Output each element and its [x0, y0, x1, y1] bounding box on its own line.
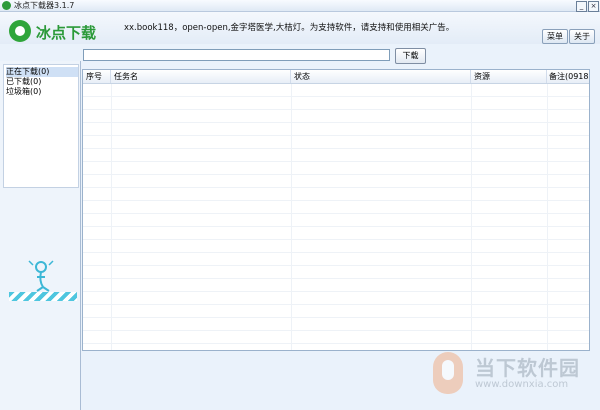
ad-text[interactable]: xx.book118，open-open,金字塔医学,大桔灯。为支持软件，请支持… — [124, 21, 454, 33]
window-title: 冰点下载器3.1.7 — [14, 1, 75, 10]
sidebar-item-trash[interactable]: 垃圾箱(0) — [6, 87, 78, 97]
header: 冰点下载 xx.book118，open-open,金字塔医学,大桔灯。为支持软… — [0, 12, 600, 44]
watermark-logo-icon — [433, 352, 463, 394]
banner-stripe — [9, 292, 77, 301]
column-divider — [471, 84, 472, 350]
column-divider — [111, 84, 112, 350]
sidebar-item-downloading[interactable]: 正在下载(0) — [6, 67, 78, 77]
sidebar-item-downloaded[interactable]: 已下载(0) — [6, 77, 78, 87]
col-header-status[interactable]: 状态 — [291, 70, 471, 83]
watermark-text: 当下软件园 — [475, 356, 580, 380]
col-header-index[interactable]: 序号 — [83, 70, 111, 83]
table-header: 序号 任务名 状态 资源 备注(0918) — [83, 70, 589, 84]
sidebar-list: 正在下载(0) 已下载(0) 垃圾箱(0) — [3, 64, 79, 188]
col-header-note[interactable]: 备注(0918) — [547, 70, 589, 83]
watermark-url: www.downxia.com — [475, 379, 569, 390]
app-icon — [2, 1, 11, 10]
sidebar: 正在下载(0) 已下载(0) 垃圾箱(0) — [0, 61, 81, 410]
col-header-task-name[interactable]: 任务名 — [111, 70, 291, 83]
watermark: 当下软件园 www.downxia.com — [430, 352, 590, 402]
task-table: 序号 任务名 状态 资源 备注(0918) — [82, 69, 590, 351]
title-bar: 冰点下载器3.1.7 _ × — [0, 0, 600, 12]
table-body[interactable] — [83, 84, 589, 350]
close-icon[interactable]: × — [588, 1, 599, 12]
logo-text: 冰点下载 — [36, 24, 97, 42]
logo-icon — [9, 20, 31, 42]
mascot-banner — [9, 257, 77, 301]
column-divider — [291, 84, 292, 350]
col-header-resource[interactable]: 资源 — [471, 70, 547, 83]
url-input[interactable] — [83, 49, 390, 61]
download-button[interactable]: 下载 — [395, 48, 426, 64]
menu-button[interactable]: 菜单 — [542, 29, 568, 44]
column-divider — [547, 84, 548, 350]
minimize-icon[interactable]: _ — [576, 1, 587, 12]
mascot-icon — [28, 260, 54, 292]
about-button[interactable]: 关于 — [569, 29, 595, 44]
